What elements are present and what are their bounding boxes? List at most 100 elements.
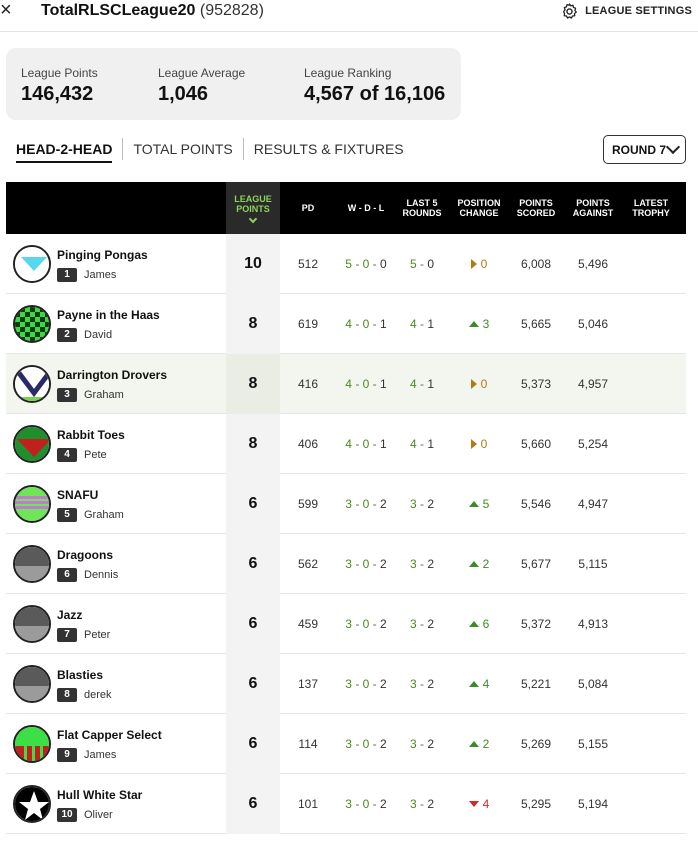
team-name[interactable]: Flat Capper Select — [57, 728, 162, 742]
position-change-number: 4 — [482, 677, 490, 691]
wins: 4 — [345, 317, 352, 331]
team-jersey-icon — [13, 725, 51, 763]
table-row[interactable]: Flat Capper Select 9 James 6 114 3 - 0 - 23 -… — [6, 714, 686, 774]
league-settings-button[interactable]: LEAGUE SETTINGS — [560, 2, 692, 20]
separator: - — [369, 257, 381, 271]
team-name[interactable]: Blasties — [57, 668, 103, 682]
position-change-number: 2 — [482, 557, 490, 571]
wins: 3 — [345, 797, 352, 811]
pd-value: 137 — [297, 677, 319, 691]
position-change-number: 0 — [480, 437, 488, 451]
table-row[interactable]: Rabbit Toes 4 Pete 8 406 4 - 0 - 14 - 1 0 5,660… — [6, 414, 686, 474]
draws: 0 — [362, 497, 370, 511]
col-wdl[interactable]: W - D - L — [336, 182, 396, 234]
position-change: 4 — [451, 774, 507, 834]
separator: - — [369, 737, 381, 751]
losses: 2 — [380, 737, 387, 751]
losses: 1 — [380, 437, 387, 451]
points-against-value: 5,115 — [578, 557, 608, 571]
separator: - — [416, 317, 428, 331]
col-label: LATEST — [633, 198, 669, 208]
separator: - — [416, 737, 428, 751]
rank-badge: 10 — [57, 808, 77, 822]
last5-value: 3 - 2 — [396, 594, 448, 654]
last5-losses: 2 — [427, 677, 435, 691]
col-latest-trophy[interactable]: LATEST TROPHY — [624, 182, 678, 234]
wdl-value: 5 - 0 - 0 — [336, 234, 396, 294]
latest-trophy-value — [624, 774, 678, 834]
last5-value: 3 - 2 — [396, 474, 448, 534]
ladder-table: LEAGUE POINTS PD W - D - L LAST 5 ROUNDS… — [6, 182, 686, 834]
col-last5[interactable]: LAST 5 ROUNDS — [396, 182, 448, 234]
round-select[interactable]: ROUND 7 — [603, 135, 686, 164]
points-against-value: 4,957 — [577, 377, 609, 391]
tab-head-2-head[interactable]: HEAD-2-HEAD — [16, 141, 113, 163]
rank-badge: 4 — [57, 448, 77, 462]
league-id: (952828) — [199, 2, 264, 19]
col-label: SCORED — [516, 208, 556, 218]
losses: 2 — [380, 677, 387, 691]
draws: 0 — [362, 257, 370, 271]
table-row[interactable]: Blasties 8 derek 6 137 3 - 0 - 23 - 2 4 5,221 5,… — [6, 654, 686, 714]
coach-name: Pete — [84, 449, 107, 461]
separator: - — [351, 437, 363, 451]
last5-wins: 5 — [409, 257, 417, 271]
col-points-scored[interactable]: POINTS SCORED — [509, 182, 563, 234]
tab-total-points[interactable]: TOTAL POINTS — [133, 141, 232, 157]
team-name[interactable]: Darrington Drovers — [57, 368, 167, 382]
position-change-value: 5 — [468, 497, 489, 511]
separator: - — [351, 797, 363, 811]
col-league-points[interactable]: LEAGUE POINTS — [226, 182, 280, 234]
position-change: 4 — [451, 654, 507, 714]
losses: 2 — [380, 497, 387, 511]
position-change-number: 0 — [480, 257, 488, 271]
rank-badge: 1 — [57, 268, 77, 282]
team-name[interactable]: Payne in the Haas — [57, 308, 160, 322]
col-pd[interactable]: PD — [288, 182, 328, 234]
tab-results-fixtures[interactable]: RESULTS & FIXTURES — [254, 141, 404, 157]
col-position-change[interactable]: POSITION CHANGE — [451, 182, 507, 234]
stat-league-points: League Points 146,432 — [21, 66, 98, 106]
team-name[interactable]: Pinging Pongas — [57, 248, 148, 262]
table-row[interactable]: Dragoons 6 Dennis 6 562 3 - 0 - 23 - 2 2 5,677 5… — [6, 534, 686, 594]
round-select-value: ROUND 7 — [612, 142, 667, 157]
arrow-up-icon — [468, 621, 479, 627]
coach-name: James — [84, 269, 117, 281]
table-row[interactable]: Pinging Pongas 1 James 10 512 5 - 0 - 05 - 00… — [6, 234, 686, 294]
stat-label: League Average — [158, 66, 246, 80]
last5-losses: 1 — [427, 317, 435, 331]
chevron-down-icon — [665, 139, 681, 155]
separator: - — [416, 497, 428, 511]
table-row[interactable]: Hull White Star 10 Oliver 6 101 3 - 0 - 23 - … — [6, 774, 686, 834]
table-row[interactable]: SNAFU 5 Graham 6 599 3 - 0 - 23 - 2 5 5,546 4,94… — [6, 474, 686, 534]
team-name[interactable]: Jazz — [57, 608, 82, 622]
position-change-value: 2 — [468, 737, 489, 751]
table-row[interactable]: Darrington Drovers 3 Graham 8 416 4 - 0 - 14 … — [6, 354, 686, 414]
team-name[interactable]: Dragoons — [57, 548, 113, 562]
points-scored-value: 5,221 — [520, 677, 552, 691]
last5-wins: 4 — [409, 317, 417, 331]
close-icon[interactable]: × — [0, 0, 17, 20]
separator: - — [416, 437, 428, 451]
team-name[interactable]: SNAFU — [57, 488, 98, 502]
tab-divider — [242, 138, 244, 160]
pd-value: 512 — [297, 257, 319, 271]
table-row[interactable]: Payne in the Haas 2 David 8 619 4 - 0 - 14 - … — [6, 294, 686, 354]
position-change: 2 — [451, 534, 507, 594]
view-tabs: HEAD-2-HEAD TOTAL POINTS RESULTS & FIXTU… — [16, 136, 404, 163]
team-name[interactable]: Rabbit Toes — [57, 428, 125, 442]
pd-value: 619 — [297, 317, 319, 331]
separator: - — [416, 617, 428, 631]
last5-wins: 3 — [409, 737, 417, 751]
draws: 0 — [362, 737, 370, 751]
wdl-value: 3 - 0 - 2 — [336, 594, 396, 654]
separator: - — [351, 377, 363, 391]
wins: 4 — [345, 437, 352, 451]
position-change-number: 6 — [482, 617, 490, 631]
draws: 0 — [362, 377, 370, 391]
wdl-value: 4 - 0 - 1 — [336, 294, 396, 354]
col-points-against[interactable]: POINTS AGAINST — [566, 182, 620, 234]
last5-losses: 1 — [427, 377, 435, 391]
table-row[interactable]: Jazz 7 Peter 6 459 3 - 0 - 23 - 2 6 5,372 4,913 — [6, 594, 686, 654]
team-name[interactable]: Hull White Star — [57, 788, 142, 802]
